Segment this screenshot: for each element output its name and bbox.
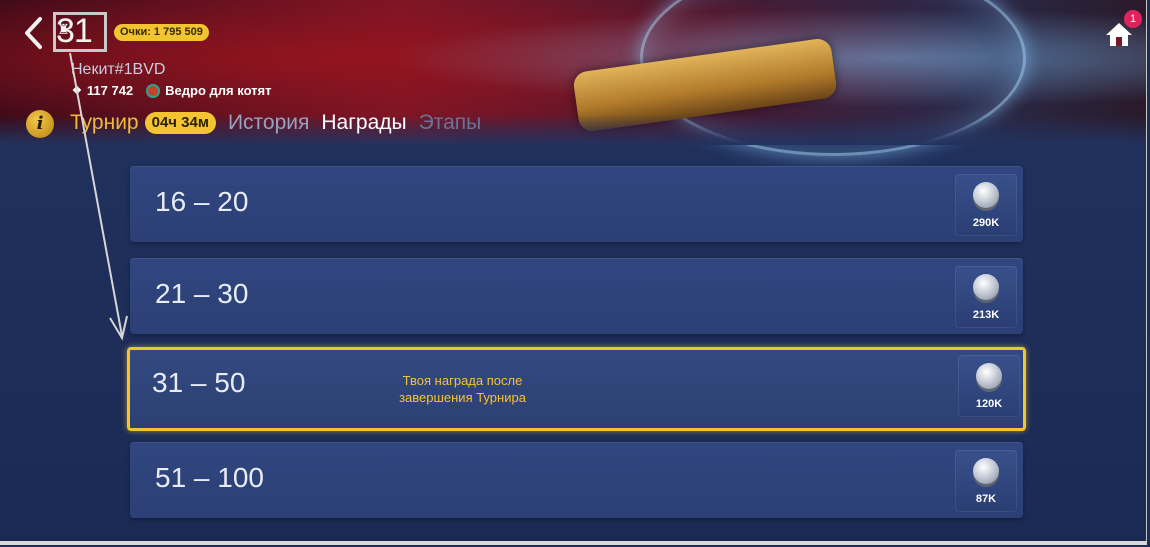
reward-amount: 87K: [975, 493, 997, 505]
reward-item[interactable]: 87K: [955, 450, 1017, 512]
tab-history[interactable]: История: [228, 111, 309, 135]
tab-tournament[interactable]: Турнир: [70, 111, 139, 135]
coin-icon: [973, 458, 999, 484]
rank-range: 51 – 100: [155, 462, 264, 493]
rank-range: 31 – 50: [152, 367, 246, 398]
gem-icon: ❖: [72, 85, 82, 97]
power-value: 117 742: [86, 83, 134, 98]
clan-name[interactable]: Ведро для котят: [165, 83, 271, 98]
reward-row: 51 – 100 87K: [130, 442, 1023, 518]
reward-item[interactable]: 213K: [955, 266, 1017, 328]
player-name: Некит#1BVD: [71, 61, 166, 78]
coin-icon: [973, 274, 999, 300]
back-icon[interactable]: [22, 16, 46, 50]
reward-amount: 120K: [975, 398, 1003, 410]
reward-row: 16 – 20 290K: [130, 166, 1023, 242]
reward-amount: 290K: [972, 217, 1000, 229]
tab-stages[interactable]: Этапы: [419, 111, 482, 135]
reward-item[interactable]: 120K: [958, 355, 1020, 417]
tab-bar: Турнир 04ч 34м История Награды Этапы: [70, 111, 481, 135]
score-badge: Очки: 1 795 509: [114, 24, 209, 41]
tournament-timer: 04ч 34м: [144, 112, 216, 134]
tab-rewards[interactable]: Награды: [321, 111, 406, 135]
player-rank: 31: [56, 12, 93, 50]
info-icon[interactable]: i: [26, 110, 54, 138]
coin-icon: [973, 182, 999, 208]
coin-icon: [976, 363, 1002, 389]
player-stats: ❖ 117 742 Ведро для котят: [72, 83, 272, 98]
screen: ♜ 31 Очки: 1 795 509 Некит#1BVD ❖ 117 74…: [0, 0, 1147, 545]
rank-range: 21 – 30: [155, 278, 249, 309]
reward-amount: 213K: [972, 309, 1000, 321]
reward-item[interactable]: 290K: [955, 174, 1017, 236]
notification-badge: 1: [1124, 10, 1142, 28]
rank-range: 16 – 20: [155, 186, 249, 217]
clan-icon: [146, 83, 161, 98]
current-reward-note: Твоя награда после завершения Турнира: [399, 373, 526, 405]
reward-row: 21 – 30 213K: [130, 258, 1023, 334]
reward-row-current: 31 – 50 Твоя награда после завершения Ту…: [127, 347, 1026, 431]
